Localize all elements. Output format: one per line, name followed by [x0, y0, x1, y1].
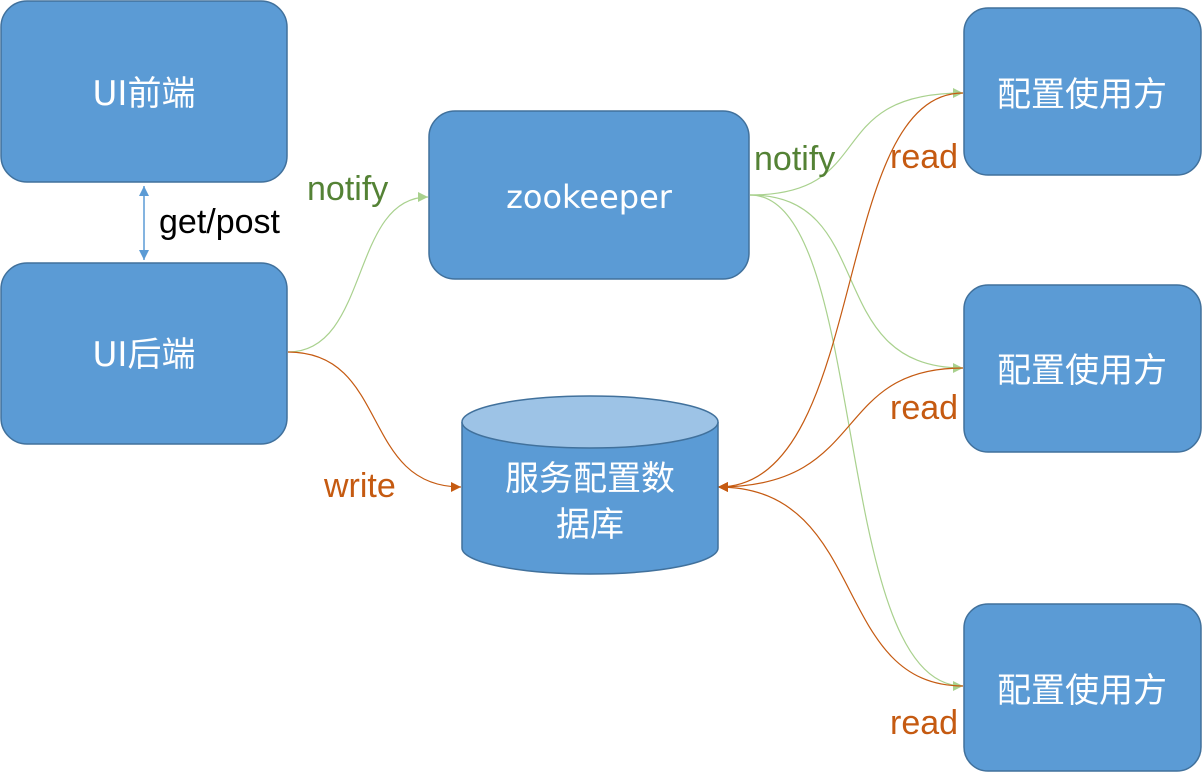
config-consumer-node-1: 配置使用方 [963, 7, 1202, 176]
read-label-3: read [890, 704, 958, 742]
architecture-diagram: UI前端 UI后端 zookeeper 服务配置数 据库 配置使用方 配置使用方… [0, 0, 1202, 772]
notify-backend-label: notify [307, 170, 388, 208]
notify-zookeeper-to-consumer-2-connector [749, 194, 964, 373]
notify-zookeeper-to-consumer-3-connector [749, 194, 964, 691]
ui-backend-label: UI后端 [93, 335, 196, 375]
ui-frontend-node: UI前端 [0, 0, 288, 183]
notify-zookeeper-label: notify [754, 140, 835, 178]
read-consumer-3-connector [717, 482, 964, 687]
consumer-2-label: 配置使用方 [997, 351, 1167, 391]
notify-backend-to-zookeeper-connector [287, 192, 429, 353]
config-database-node: 服务配置数 据库 [461, 395, 719, 575]
zookeeper-label: zookeeper [506, 178, 673, 216]
consumer-1-label: 配置使用方 [997, 75, 1167, 115]
database-label-line-1: 服务配置数 [505, 459, 675, 499]
config-consumer-node-2: 配置使用方 [963, 284, 1202, 453]
zookeeper-node: zookeeper [428, 110, 750, 280]
read-label-1: read [890, 138, 958, 176]
get-post-label: get/post [159, 203, 281, 241]
ui-backend-node: UI后端 [0, 262, 288, 445]
database-label-line-2: 据库 [556, 505, 624, 545]
read-consumer-2-connector [717, 367, 964, 492]
config-consumer-node-3: 配置使用方 [963, 603, 1202, 772]
consumer-3-label: 配置使用方 [997, 671, 1167, 711]
read-label-2: read [890, 389, 958, 427]
write-label: write [323, 467, 396, 505]
ui-frontend-label: UI前端 [93, 74, 196, 114]
